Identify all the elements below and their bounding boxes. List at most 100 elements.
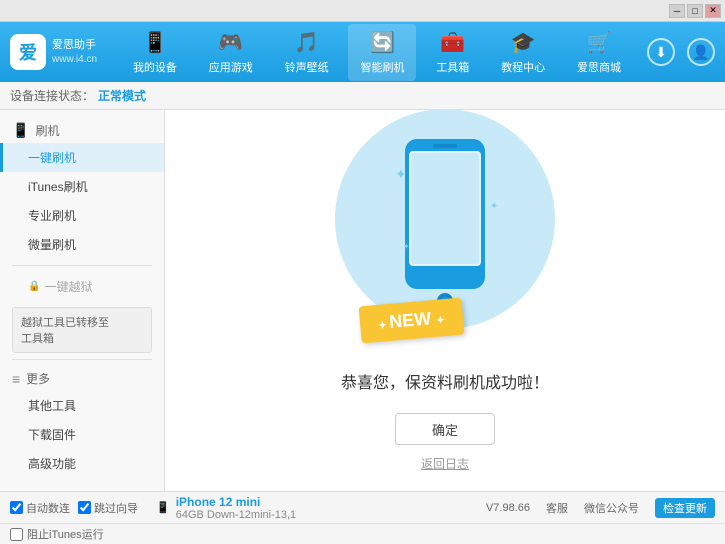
nav-label: 智能刷机 bbox=[360, 59, 404, 75]
divider-1 bbox=[12, 265, 152, 266]
smart-flash-icon: 🔄 bbox=[370, 30, 395, 55]
divider-2 bbox=[12, 359, 152, 360]
header-actions: ⬇ 👤 bbox=[647, 38, 715, 66]
status-value: 正常模式 bbox=[98, 87, 146, 104]
pro-flash-label: 专业刷机 bbox=[28, 209, 76, 223]
nav-label: 爱思商城 bbox=[577, 59, 621, 75]
sidebar-more-header[interactable]: ≡ 更多 bbox=[0, 366, 164, 391]
micro-flash-label: 微量刷机 bbox=[28, 238, 76, 252]
auto-connect-input[interactable] bbox=[10, 501, 23, 514]
skip-wizard-input[interactable] bbox=[78, 501, 91, 514]
sidebar: 📱 刷机 一键刷机 iTunes刷机 专业刷机 微量刷机 🔒 一键越狱 bbox=[0, 110, 165, 491]
itunes-label: 阻止iTunes运行 bbox=[27, 526, 104, 542]
flash-section-icon: 📱 bbox=[12, 122, 29, 139]
sidebar-item-one-click-flash[interactable]: 一键刷机 bbox=[0, 143, 164, 172]
auto-connect-checkbox[interactable]: 自动数连 bbox=[10, 500, 70, 516]
nav-label: 我的设备 bbox=[133, 59, 177, 75]
jailbreak-note: 越狱工具已转移至工具箱 bbox=[12, 307, 152, 353]
new-badge: NEW bbox=[359, 298, 464, 344]
advanced-label: 高级功能 bbox=[28, 457, 76, 471]
nav-apps[interactable]: 🎮 应用游戏 bbox=[197, 24, 265, 81]
logo-url: www.i4.cn bbox=[52, 53, 97, 66]
footer: 自动数连 跳过向导 📱 iPhone 12 mini 64GB Down-12m… bbox=[0, 491, 725, 544]
check-update-button[interactable]: 检查更新 bbox=[655, 498, 715, 518]
success-message: 恭喜您，保资料刷机成功啦！ bbox=[341, 369, 549, 393]
toolbox-icon: 🧰 bbox=[440, 30, 465, 55]
download-firmware-label: 下载固件 bbox=[28, 428, 76, 442]
sidebar-section-more: ≡ 更多 其他工具 下载固件 高级功能 bbox=[0, 366, 164, 478]
nav-label: 应用游戏 bbox=[209, 59, 253, 75]
sidebar-item-pro-flash[interactable]: 专业刷机 bbox=[0, 201, 164, 230]
header: 爱 爱思助手 www.i4.cn 📱 我的设备 🎮 应用游戏 🎵 铃声壁纸 🔄 … bbox=[0, 22, 725, 82]
user-button[interactable]: 👤 bbox=[687, 38, 715, 66]
sidebar-item-micro-flash[interactable]: 微量刷机 bbox=[0, 230, 164, 259]
title-bar: ─ □ ✕ bbox=[0, 0, 725, 22]
sidebar-item-download-firmware[interactable]: 下载固件 bbox=[0, 420, 164, 449]
device-info: 📱 iPhone 12 mini 64GB Down-12mini-13,1 bbox=[156, 495, 296, 521]
bottom-left: 自动数连 跳过向导 📱 iPhone 12 mini 64GB Down-12m… bbox=[10, 495, 486, 521]
lock-icon: 🔒 bbox=[28, 281, 40, 292]
flash-section-label: 刷机 bbox=[35, 122, 59, 139]
close-button[interactable]: ✕ bbox=[705, 4, 721, 18]
nav-my-device[interactable]: 📱 我的设备 bbox=[121, 24, 189, 81]
wechat-link[interactable]: 微信公众号 bbox=[584, 500, 639, 516]
logo-text: 爱思助手 www.i4.cn bbox=[52, 38, 97, 65]
window-controls[interactable]: ─ □ ✕ bbox=[669, 4, 721, 18]
phone-illustration: ✦ ✦ ✦ NEW bbox=[355, 129, 535, 349]
customer-service-link[interactable]: 客服 bbox=[546, 500, 568, 516]
nav-wallpaper[interactable]: 🎵 铃声壁纸 bbox=[273, 24, 341, 81]
more-section-label: 更多 bbox=[26, 370, 50, 387]
more-section-icon: ≡ bbox=[12, 371, 20, 387]
device-storage: 64GB bbox=[176, 509, 204, 521]
sidebar-item-other-tools[interactable]: 其他工具 bbox=[0, 391, 164, 420]
confirm-button[interactable]: 确定 bbox=[395, 413, 495, 445]
sidebar-section-jailbreak: 🔒 一键越狱 越狱工具已转移至工具箱 bbox=[0, 272, 164, 353]
device-firmware: Down-12mini-13,1 bbox=[207, 509, 296, 521]
confirm-label: 确定 bbox=[432, 420, 458, 439]
bottom-right: V7.98.66 客服 微信公众号 检查更新 bbox=[486, 498, 715, 518]
nav-label: 铃声壁纸 bbox=[285, 59, 329, 75]
maximize-button[interactable]: □ bbox=[687, 4, 703, 18]
status-label: 设备连接状态： bbox=[10, 87, 94, 104]
sidebar-jailbreak-header[interactable]: 🔒 一键越狱 bbox=[0, 272, 164, 301]
nav-tutorial[interactable]: 🎓 教程中心 bbox=[489, 24, 557, 81]
one-click-flash-label: 一键刷机 bbox=[28, 151, 76, 165]
wallpaper-icon: 🎵 bbox=[294, 30, 319, 55]
sidebar-item-advanced[interactable]: 高级功能 bbox=[0, 449, 164, 478]
shop-icon: 🛒 bbox=[587, 30, 612, 55]
back-link[interactable]: 返回日志 bbox=[421, 455, 469, 472]
device-phone-icon: 📱 bbox=[156, 501, 170, 514]
svg-text:✦: ✦ bbox=[395, 166, 407, 182]
device-icon: 📱 bbox=[142, 30, 167, 55]
itunes-flash-label: iTunes刷机 bbox=[28, 180, 88, 194]
tutorial-icon: 🎓 bbox=[511, 30, 536, 55]
nav-shop[interactable]: 🛒 爱思商城 bbox=[565, 24, 633, 81]
sidebar-item-itunes-flash[interactable]: iTunes刷机 bbox=[0, 172, 164, 201]
jailbreak-label: 一键越狱 bbox=[44, 278, 92, 295]
logo: 爱 爱思助手 www.i4.cn bbox=[10, 34, 97, 70]
nav-toolbox[interactable]: 🧰 工具箱 bbox=[424, 24, 481, 81]
logo-icon: 爱 bbox=[10, 34, 46, 70]
skip-wizard-label: 跳过向导 bbox=[94, 500, 138, 516]
bottom-bar: 自动数连 跳过向导 📱 iPhone 12 mini 64GB Down-12m… bbox=[0, 491, 725, 523]
auto-connect-label: 自动数连 bbox=[26, 500, 70, 516]
device-details: iPhone 12 mini 64GB Down-12mini-13,1 bbox=[176, 495, 296, 521]
sidebar-flash-header[interactable]: 📱 刷机 bbox=[0, 118, 164, 143]
logo-name: 爱思助手 bbox=[52, 38, 97, 52]
download-button[interactable]: ⬇ bbox=[647, 38, 675, 66]
version-label: V7.98.66 bbox=[486, 502, 530, 514]
minimize-button[interactable]: ─ bbox=[669, 4, 685, 18]
itunes-checkbox[interactable] bbox=[10, 528, 23, 541]
svg-text:✦: ✦ bbox=[490, 201, 498, 212]
device-name: iPhone 12 mini bbox=[176, 495, 296, 509]
content-area: ✦ ✦ ✦ NEW 恭喜您，保资料刷机成功啦！ 确定 返回日志 bbox=[165, 110, 725, 491]
nav-label: 工具箱 bbox=[436, 59, 469, 75]
new-badge-text: NEW bbox=[388, 308, 432, 332]
main-layout: 📱 刷机 一键刷机 iTunes刷机 专业刷机 微量刷机 🔒 一键越狱 bbox=[0, 110, 725, 491]
skip-wizard-checkbox[interactable]: 跳过向导 bbox=[78, 500, 138, 516]
svg-text:✦: ✦ bbox=[403, 242, 410, 251]
nav-smart-flash[interactable]: 🔄 智能刷机 bbox=[348, 24, 416, 81]
logo-char: 爱 bbox=[19, 39, 37, 65]
other-tools-label: 其他工具 bbox=[28, 399, 76, 413]
sidebar-section-flash: 📱 刷机 一键刷机 iTunes刷机 专业刷机 微量刷机 bbox=[0, 118, 164, 259]
